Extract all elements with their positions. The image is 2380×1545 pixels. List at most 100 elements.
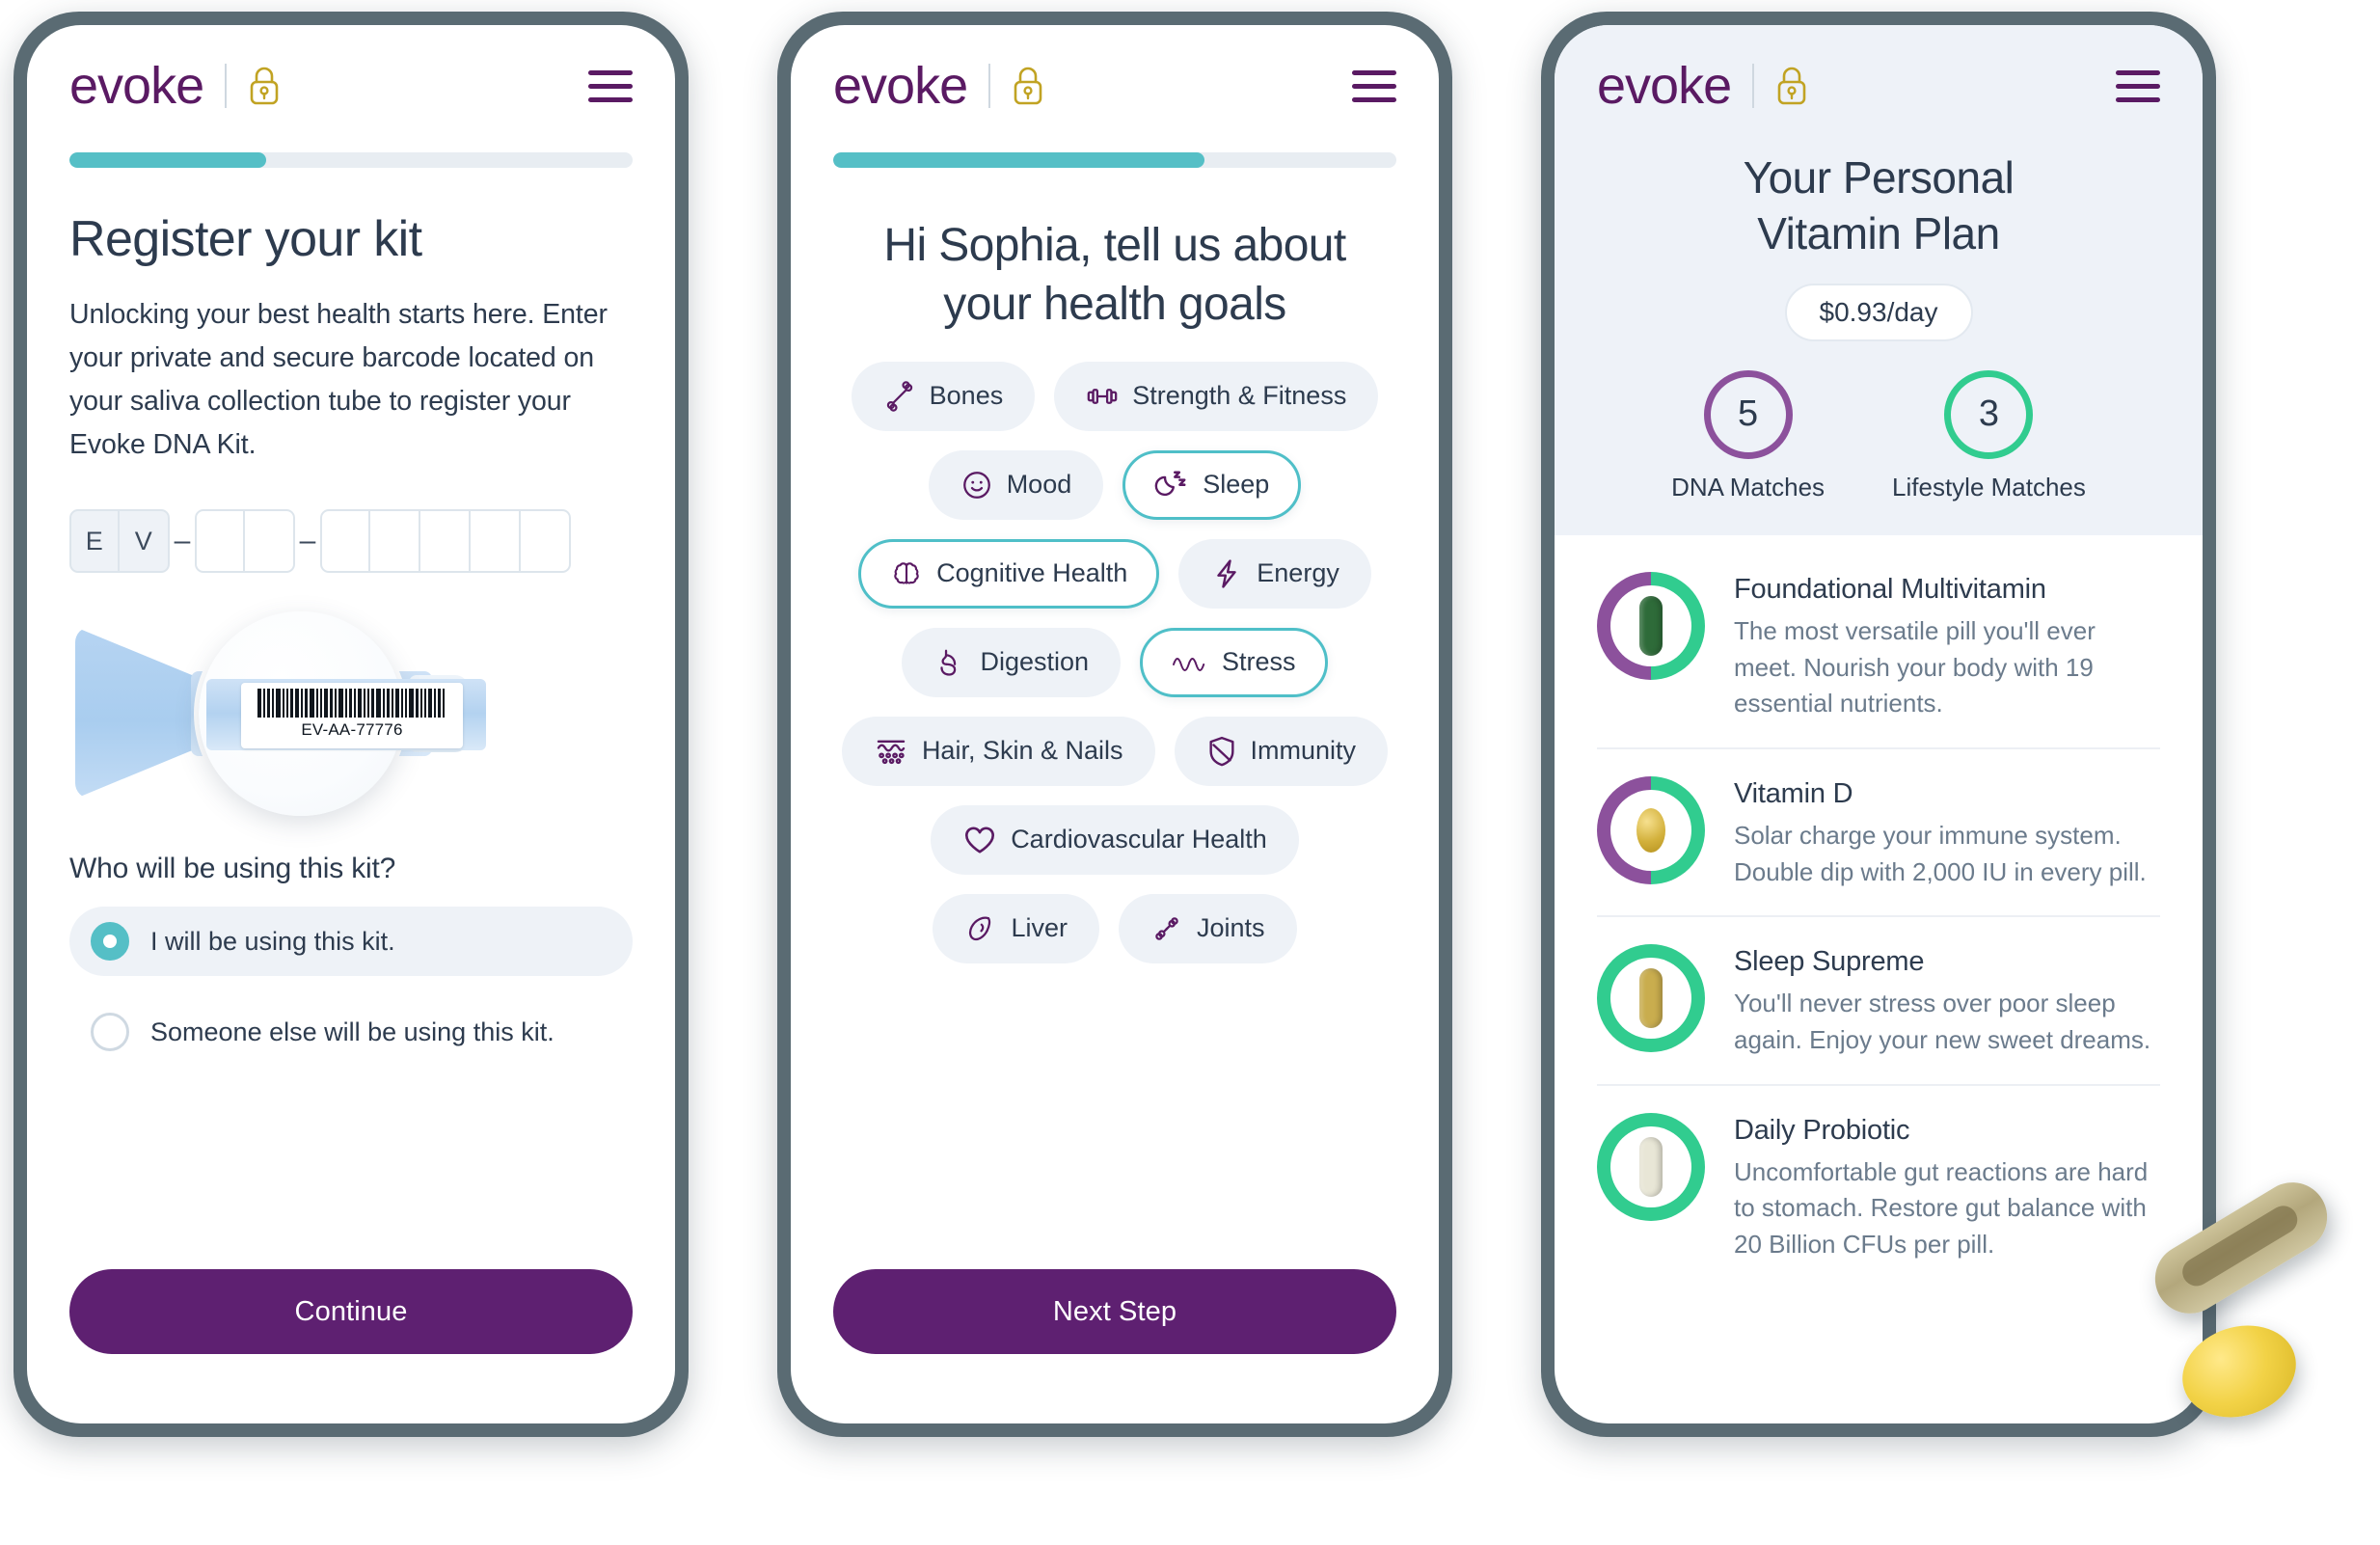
supplement-item[interactable]: Foundational Multivitamin The most versat… [1597,545,2160,749]
supplement-text: Daily Probiotic Uncomfortable gut reactio… [1734,1113,2160,1263]
barcode-bar [354,689,356,718]
supplement-pill-image [1639,1136,1663,1197]
chip-row: Digestion Stress [825,627,1404,697]
progress-fill [833,152,1205,168]
phone1-body: Register your kit Unlocking your best he… [27,210,675,1067]
health-goal-chip-sleep[interactable]: Sleep [1122,449,1302,520]
barcode-label: EV-AA-77776 [241,683,463,749]
barcode-bar [438,689,441,718]
health-goal-chip-liver[interactable]: Liver [933,893,1099,963]
code-input-cell[interactable] [320,509,370,574]
barcode-bar [290,689,293,718]
phone2-screen: evoke Hi Sophia, tell us about your heal… [791,25,1439,1423]
collection-tube-illustration: EV-AA-77776 [69,611,633,817]
barcode-bar [395,689,399,718]
barcode-bar [371,689,374,718]
price-badge: $0.93/day [1784,283,1973,341]
health-goal-chip-hair-skin-nails[interactable]: Hair, Skin & Nails [841,716,1155,786]
barcode-bar [335,689,337,718]
phone2-header: evoke [791,25,1439,112]
radio-label: I will be using this kit. [150,926,395,956]
radio-option-self[interactable]: I will be using this kit. [69,907,633,977]
barcode-bar [283,689,284,718]
barcode-bar [358,689,362,718]
code-group-prefix: E V [69,509,170,574]
health-goal-chip-joints[interactable]: Joints [1118,893,1297,963]
supplement-item[interactable]: Sleep Supreme You'll never stress over po… [1597,917,2160,1086]
evoke-wordmark: evoke [1597,57,1732,115]
supplement-name: Foundational Multivitamin [1734,573,2046,605]
barcode-bar [338,689,343,718]
health-goal-chip-mood[interactable]: Mood [928,449,1104,520]
continue-button[interactable]: Continue [69,1269,633,1354]
chip-label: Sleep [1203,470,1270,500]
barcode-bar [367,689,369,718]
chip-label: Stress [1222,647,1296,677]
phone-vitamin-plan: evoke Your Personal Vitamin Plan $0.93/d… [1541,12,2216,1437]
barcode-bar [409,689,414,718]
evoke-wordmark: evoke [833,57,968,115]
supplement-name: Sleep Supreme [1734,946,1925,978]
health-goal-chip-immunity[interactable]: Immunity [1174,716,1389,786]
barcode-bar [387,689,390,718]
barcode-bar [428,689,432,718]
supplement-text: Foundational Multivitamin The most versat… [1734,572,2160,722]
page-description: Unlocking your best health starts here. … [69,299,608,461]
code-input-cell[interactable] [420,509,471,574]
barcode-entry[interactable]: E V – – [69,509,633,574]
radio-icon [91,922,129,962]
code-separator: – [299,525,316,557]
screenshot-stage: evoke Register your kit Unlocking your b… [0,0,2380,1545]
code-input-cell[interactable] [471,509,521,574]
vitamin-plan-title: Your Personal Vitamin Plan [1597,112,2160,262]
barcode-bar [383,689,385,718]
code-input-cell[interactable] [195,509,245,574]
supplement-text: Sleep Supreme You'll never stress over po… [1734,944,2160,1058]
health-goal-chip-energy[interactable]: Energy [1178,538,1371,609]
brand-lockup: evoke [833,60,1044,112]
chip-row: Bones Strength & Fitness [825,361,1404,431]
barcode-bars [257,689,446,718]
health-goal-chip-cognitive-health[interactable]: Cognitive Health [858,538,1160,609]
barcode-bar [434,689,436,718]
health-goal-chip-cardiovascular-health[interactable]: Cardiovascular Health [931,804,1299,875]
liver-icon [964,912,997,945]
code-input-cell[interactable] [245,509,295,574]
radio-option-other[interactable]: Someone else will be using this kit. [69,997,633,1067]
code-group-3[interactable] [320,509,571,574]
match-stat-lifestyle-matches: 3 Lifestyle Matches [1892,369,2086,502]
code-group-2[interactable] [195,509,295,574]
hamburger-menu-icon[interactable] [1352,69,1396,102]
page-title: Register your kit [69,211,422,267]
phone1-header: evoke [27,25,675,112]
code-input-cell[interactable] [370,509,420,574]
brand-lockup: evoke [1597,60,1808,112]
chip-label: Joints [1196,913,1265,943]
barcode-bar [443,689,445,718]
supplement-item[interactable]: Daily Probiotic Uncomfortable gut reactio… [1597,1086,2160,1288]
burger-line [1352,69,1396,75]
health-goal-chip-bones[interactable]: Bones [851,361,1036,431]
bone-icon [883,380,916,413]
hamburger-menu-icon[interactable] [588,69,633,102]
match-caption: DNA Matches [1671,472,1826,501]
code-input-cell[interactable] [521,509,571,574]
barcode-bar [320,689,322,718]
health-goal-chip-strength-fitness[interactable]: Strength & Fitness [1054,361,1379,431]
supplement-item[interactable]: Vitamin D Solar charge your immune system… [1597,749,2160,918]
health-goal-chip-stress[interactable]: Stress [1140,627,1328,697]
vitamin-plan-title-line1: Your Personal [1743,152,2015,203]
health-goals-title: Hi Sophia, tell us about your health goa… [883,220,1346,331]
phone-health-goals: evoke Hi Sophia, tell us about your heal… [777,12,1452,1437]
radio-dot [103,935,117,949]
dumbbell-icon [1086,380,1119,413]
chip-label: Energy [1257,558,1339,588]
hamburger-menu-icon[interactable] [2116,69,2160,102]
hair-skin-nails-icon [874,736,908,767]
barcode-bar [267,689,270,718]
next-step-button[interactable]: Next Step [833,1269,1396,1354]
supplement-name: Daily Probiotic [1734,1114,1910,1146]
chip-label: Cognitive Health [936,558,1128,588]
supplement-match-ring [1597,944,1705,1053]
health-goal-chip-digestion[interactable]: Digestion [902,627,1122,697]
